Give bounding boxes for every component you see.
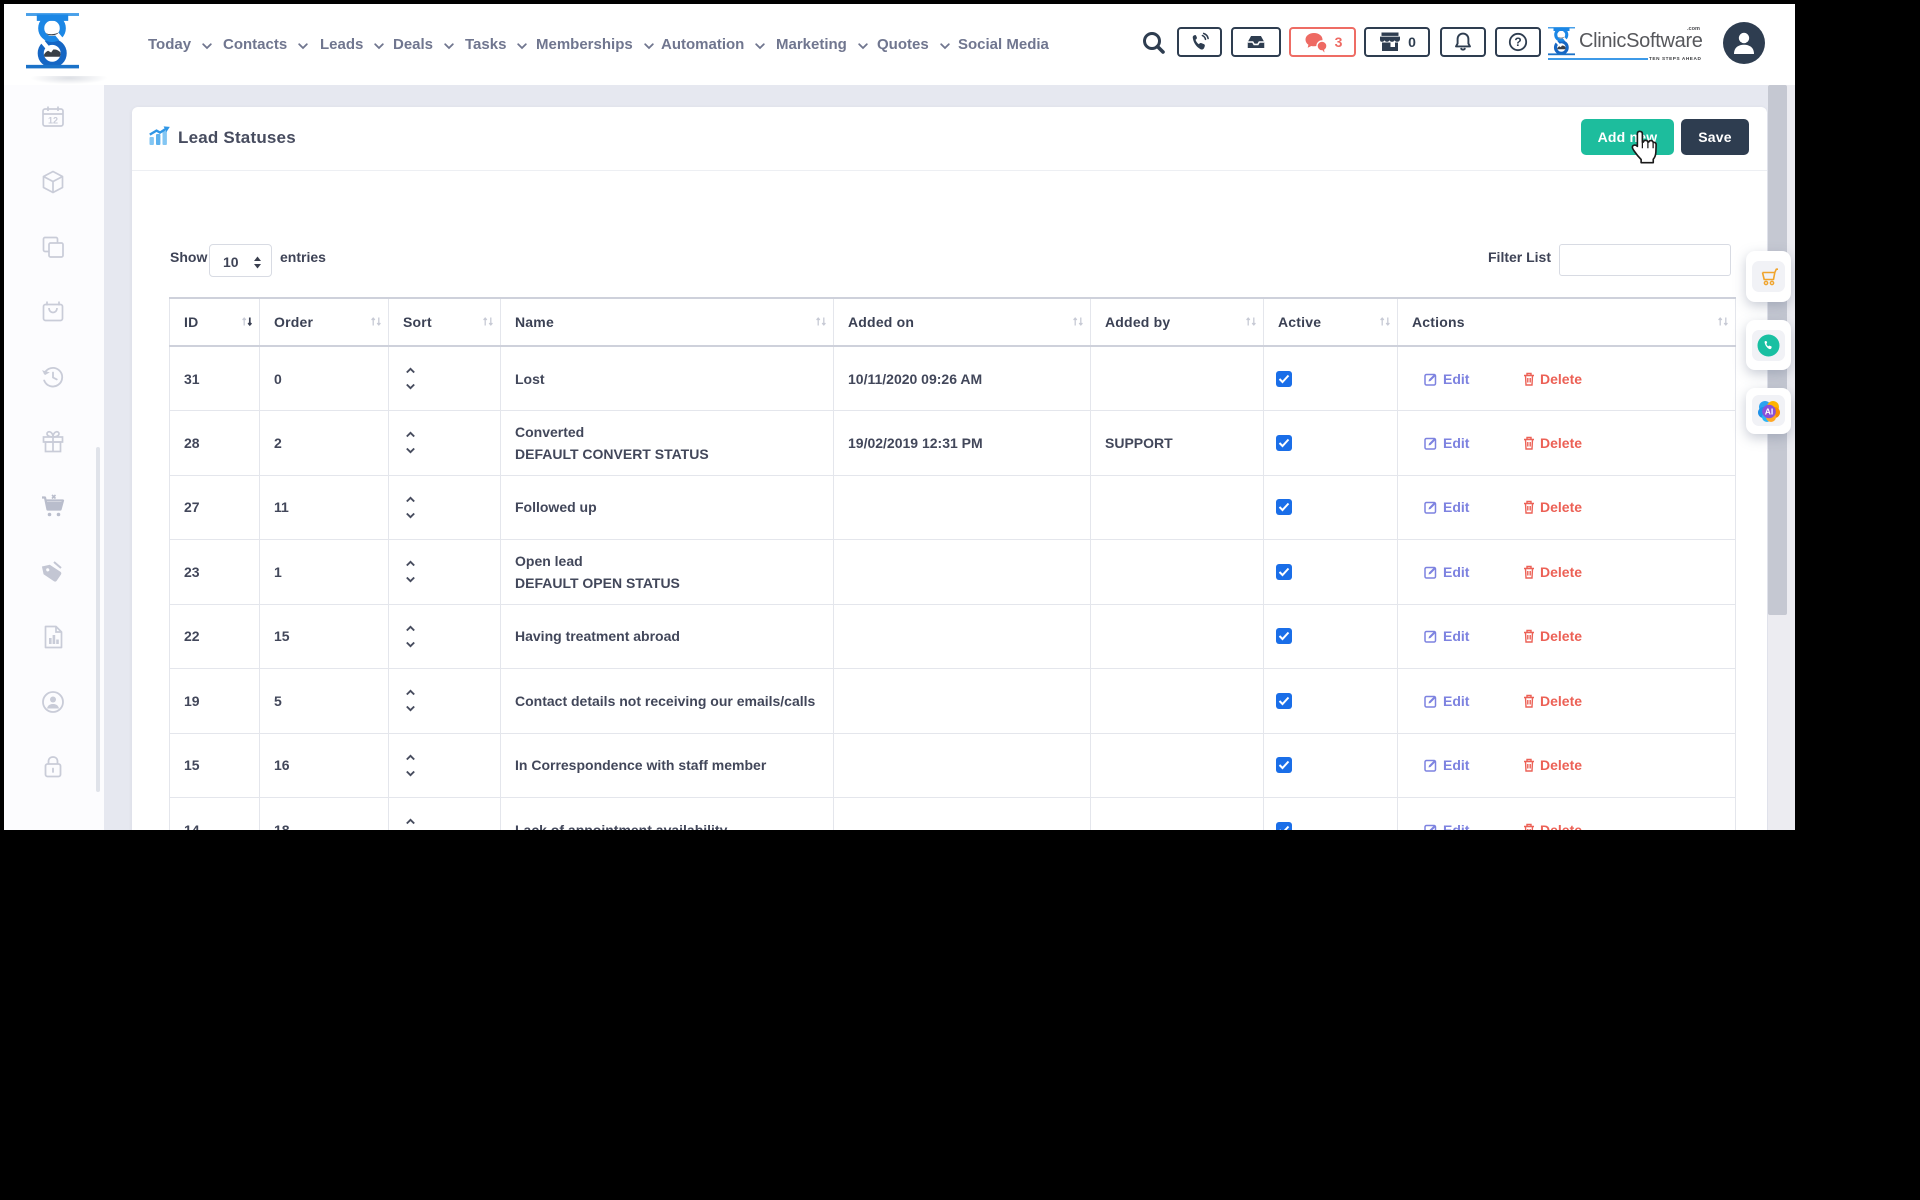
svg-text:AI: AI [1764, 406, 1773, 416]
svg-text:?: ? [1514, 35, 1521, 49]
svg-text:12: 12 [48, 116, 58, 126]
